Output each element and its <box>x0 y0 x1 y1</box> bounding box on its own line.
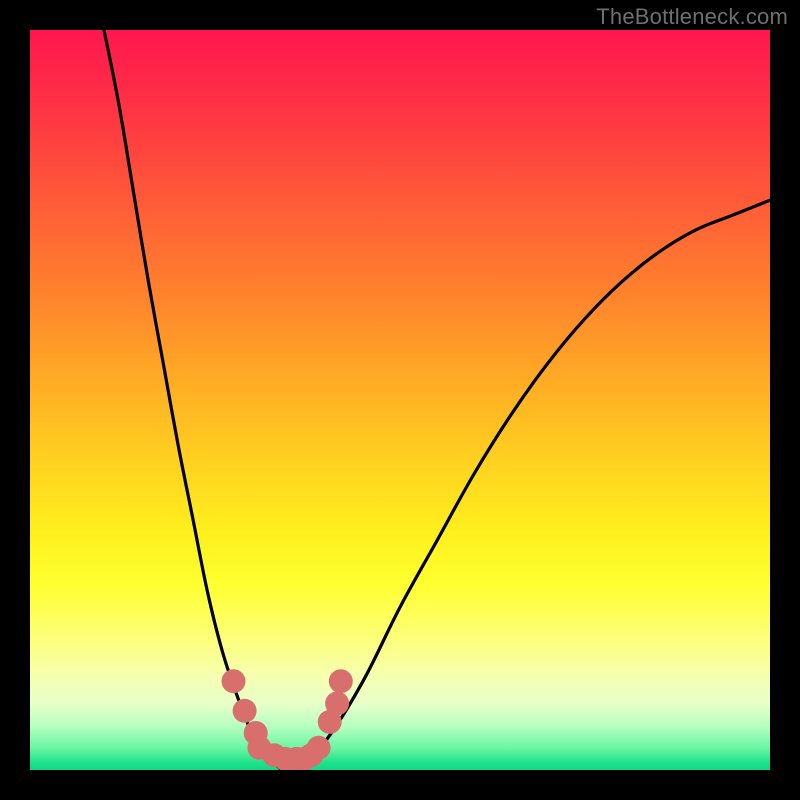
dot-group <box>222 669 353 770</box>
chart-svg <box>30 30 770 770</box>
data-dot <box>307 736 331 760</box>
chart-frame: TheBottleneck.com <box>0 0 800 800</box>
data-dot <box>222 669 246 693</box>
watermark-label: TheBottleneck.com <box>596 4 788 30</box>
curve-group <box>104 30 770 770</box>
data-dot <box>329 669 353 693</box>
right-curve <box>296 200 770 770</box>
data-dot <box>233 699 257 723</box>
data-dot <box>325 691 349 715</box>
left-curve <box>104 30 282 770</box>
plot-area <box>30 30 770 770</box>
